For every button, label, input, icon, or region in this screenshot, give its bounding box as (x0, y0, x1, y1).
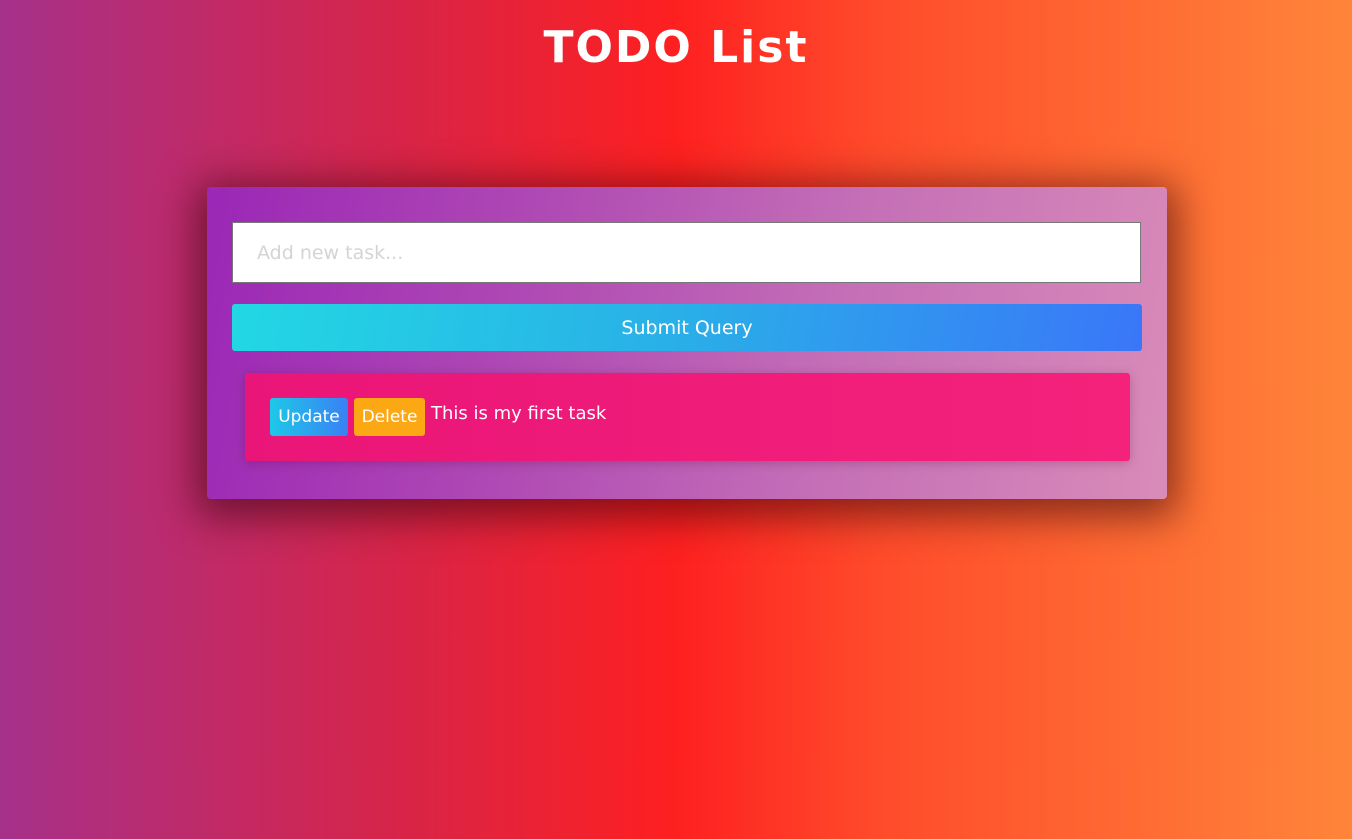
page-title: TODO List (543, 22, 809, 73)
task-item: Update Delete This is my first task (245, 373, 1130, 461)
new-task-input[interactable] (232, 222, 1141, 283)
delete-button[interactable]: Delete (354, 398, 425, 436)
submit-button[interactable]: Submit Query (232, 304, 1142, 351)
update-button[interactable]: Update (270, 398, 348, 436)
task-text: This is my first task (431, 403, 607, 424)
todo-card: Submit Query Update Delete This is my fi… (207, 187, 1167, 499)
